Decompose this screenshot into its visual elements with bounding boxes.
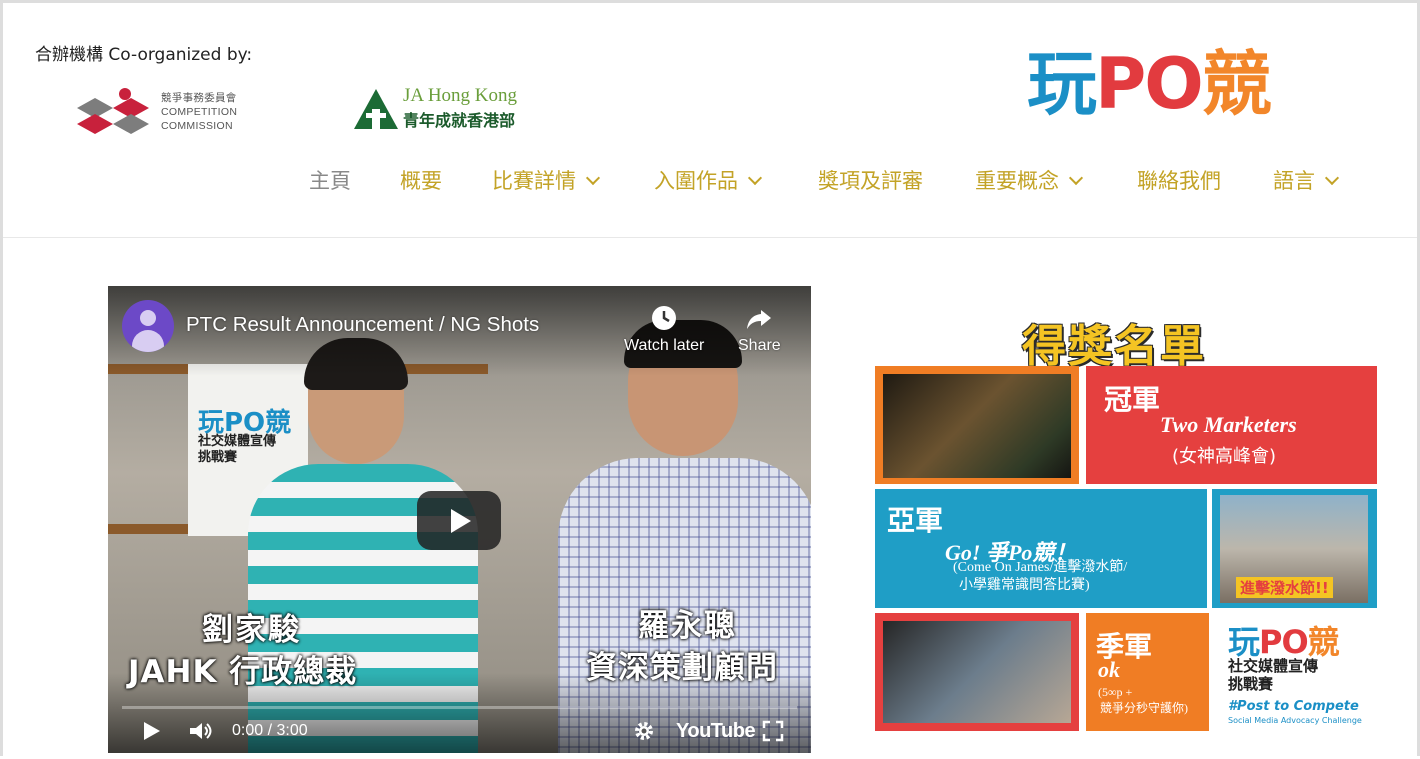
runner-up-works-2: 小學雞常識問答比賽) bbox=[959, 578, 1090, 593]
competition-commission-text: 競爭事務委員會 COMPETITION COMMISSION bbox=[161, 91, 237, 133]
runner-up-works-1: (Come On James/進擊潑水節/ bbox=[953, 560, 1128, 575]
main-nav: 主頁 概要 比賽詳情 入圍作品 獎項及評審 重要概念 聯絡我們 語言 bbox=[3, 165, 1417, 197]
nav-label: 獎項及評審 bbox=[818, 169, 923, 193]
brand-part-3: 競 bbox=[1201, 43, 1272, 125]
nav-item-key-concepts[interactable]: 重要概念 bbox=[975, 165, 1084, 195]
champion-rank: 冠軍 bbox=[1104, 383, 1161, 416]
settings-button[interactable] bbox=[633, 720, 655, 747]
champion-tile: 冠軍 Two Marketers (女神高峰會) bbox=[1086, 366, 1377, 484]
ja-triangle-icon bbox=[354, 89, 398, 129]
caption-name-right: 羅永聰 bbox=[638, 608, 737, 644]
third-team: ok bbox=[1098, 657, 1120, 682]
caption-role-right: 資深策劃顧問 bbox=[586, 650, 778, 686]
runner-up-photo-caption: 進擊潑水節!! bbox=[1236, 577, 1333, 598]
nav-label: 語言 bbox=[1273, 169, 1315, 193]
campaign-line-1: 社交媒體宣傳 bbox=[1228, 657, 1319, 675]
fullscreen-icon bbox=[762, 720, 784, 742]
nav-label: 入圍作品 bbox=[654, 169, 738, 193]
competition-commission-logo[interactable]: 競爭事務委員會 COMPETITION COMMISSION bbox=[73, 78, 263, 148]
nav-label: 聯絡我們 bbox=[1137, 169, 1221, 193]
channel-avatar-icon[interactable] bbox=[122, 300, 174, 352]
third-photo bbox=[883, 621, 1071, 723]
play-icon bbox=[144, 722, 160, 740]
award-winners-graphic[interactable]: 得獎名單 冠軍 Two Marketers (女神高峰會) 亞軍 Go! 爭Po… bbox=[872, 290, 1382, 750]
caption-name-left: 劉家駿 bbox=[202, 612, 301, 648]
chevron-down-icon bbox=[1324, 170, 1340, 186]
ja-name-en: JA Hong Kong bbox=[403, 85, 518, 106]
competition-commission-emblem-icon bbox=[77, 88, 149, 134]
campaign-logo-text: 社交媒體宣傳 挑戰賽 bbox=[1228, 657, 1318, 693]
campaign-tagline: Social Media Advocacy Challenge bbox=[1228, 716, 1362, 725]
share-label: Share bbox=[738, 337, 781, 354]
champion-photo-tile bbox=[875, 366, 1079, 484]
champion-team: Two Marketers bbox=[1160, 412, 1297, 437]
share-button[interactable]: Share bbox=[738, 304, 781, 355]
cc-line-1: 競爭事務委員會 bbox=[161, 92, 237, 104]
runner-up-rank: 亞軍 bbox=[887, 504, 944, 537]
nav-label: 比賽詳情 bbox=[492, 169, 576, 193]
play-button-large[interactable] bbox=[417, 491, 501, 550]
ja-name-zh: 青年成就香港部 bbox=[403, 111, 516, 130]
nav-label: 重要概念 bbox=[975, 169, 1059, 193]
nav-item-contact[interactable]: 聯絡我們 bbox=[1137, 165, 1221, 195]
coorganized-label: 合辦機構 Co-organized by: bbox=[35, 45, 253, 65]
champion-work: (女神高峰會) bbox=[1172, 446, 1277, 467]
time-display: 0:00 / 3:00 bbox=[232, 722, 308, 739]
volume-icon bbox=[190, 723, 212, 739]
campaign-logo-tile: 玩PO競 社交媒體宣傳 挑戰賽 #Post to Compete Social … bbox=[1212, 613, 1377, 731]
volume-button[interactable] bbox=[188, 720, 216, 747]
nav-item-awards-judges[interactable]: 獎項及評審 bbox=[818, 165, 923, 195]
runner-up-tile: 亞軍 Go! 爭Po競！ (Come On James/進擊潑水節/ 小學雞常識… bbox=[875, 489, 1207, 608]
chevron-down-icon bbox=[585, 170, 601, 186]
gear-icon bbox=[635, 722, 653, 740]
campaign-hashtag: #Post to Compete bbox=[1228, 699, 1359, 714]
play-button[interactable] bbox=[142, 720, 162, 747]
nav-item-competition-details[interactable]: 比賽詳情 bbox=[492, 165, 601, 195]
nav-item-language[interactable]: 語言 bbox=[1273, 165, 1340, 195]
cc-line-3: COMMISSION bbox=[161, 120, 233, 132]
youtube-logo[interactable]: YouTube bbox=[676, 720, 756, 743]
runner-up-photo-tile: 進擊潑水節!! bbox=[1212, 489, 1377, 608]
nav-item-overview[interactable]: 概要 bbox=[400, 165, 442, 195]
site-header: 合辦機構 Co-organized by: 競爭事務委員會 COMPETITIO… bbox=[3, 3, 1417, 238]
fullscreen-button[interactable] bbox=[762, 720, 784, 747]
third-works-2: 競爭分秒守護你) bbox=[1100, 701, 1188, 715]
clock-icon bbox=[652, 306, 677, 330]
third-tile: 季軍 ok (5∞p + 競爭分秒守護你) bbox=[1086, 613, 1209, 731]
third-photo-tile bbox=[875, 613, 1079, 731]
awards-title: 得獎名單 bbox=[1022, 321, 1206, 372]
share-icon bbox=[747, 310, 772, 329]
champion-photo bbox=[883, 374, 1071, 478]
caption-role-left: JAHK 行政總裁 bbox=[128, 654, 358, 690]
nav-item-home[interactable]: 主頁 bbox=[309, 165, 351, 195]
brand-part-1: 玩 bbox=[1027, 43, 1097, 125]
video-title[interactable]: PTC Result Announcement / NG Shots bbox=[186, 313, 539, 337]
ja-hong-kong-logo[interactable]: JA Hong Kong 青年成就香港部 bbox=[348, 81, 538, 137]
youtube-video-player[interactable]: 玩PO競 社交媒體宣傳 挑戰賽 劉家駿 JAHK 行政總裁 羅永聰 資深策劃顧問… bbox=[108, 286, 811, 753]
video-progress-bar[interactable] bbox=[122, 706, 797, 709]
campaign-line-2: 挑戰賽 bbox=[1228, 675, 1274, 693]
nav-label: 概要 bbox=[400, 169, 442, 193]
brand-part-2: PO bbox=[1095, 43, 1204, 125]
chevron-down-icon bbox=[747, 170, 763, 186]
site-brand-logo[interactable]: 玩PO競 bbox=[1027, 43, 1272, 125]
nav-label: 主頁 bbox=[309, 169, 351, 193]
cc-line-2: COMPETITION bbox=[161, 106, 238, 118]
nav-item-finalists[interactable]: 入圍作品 bbox=[654, 165, 763, 195]
watch-later-label: Watch later bbox=[624, 337, 705, 354]
chevron-down-icon bbox=[1068, 170, 1084, 186]
watch-later-button[interactable]: Watch later bbox=[624, 304, 704, 355]
